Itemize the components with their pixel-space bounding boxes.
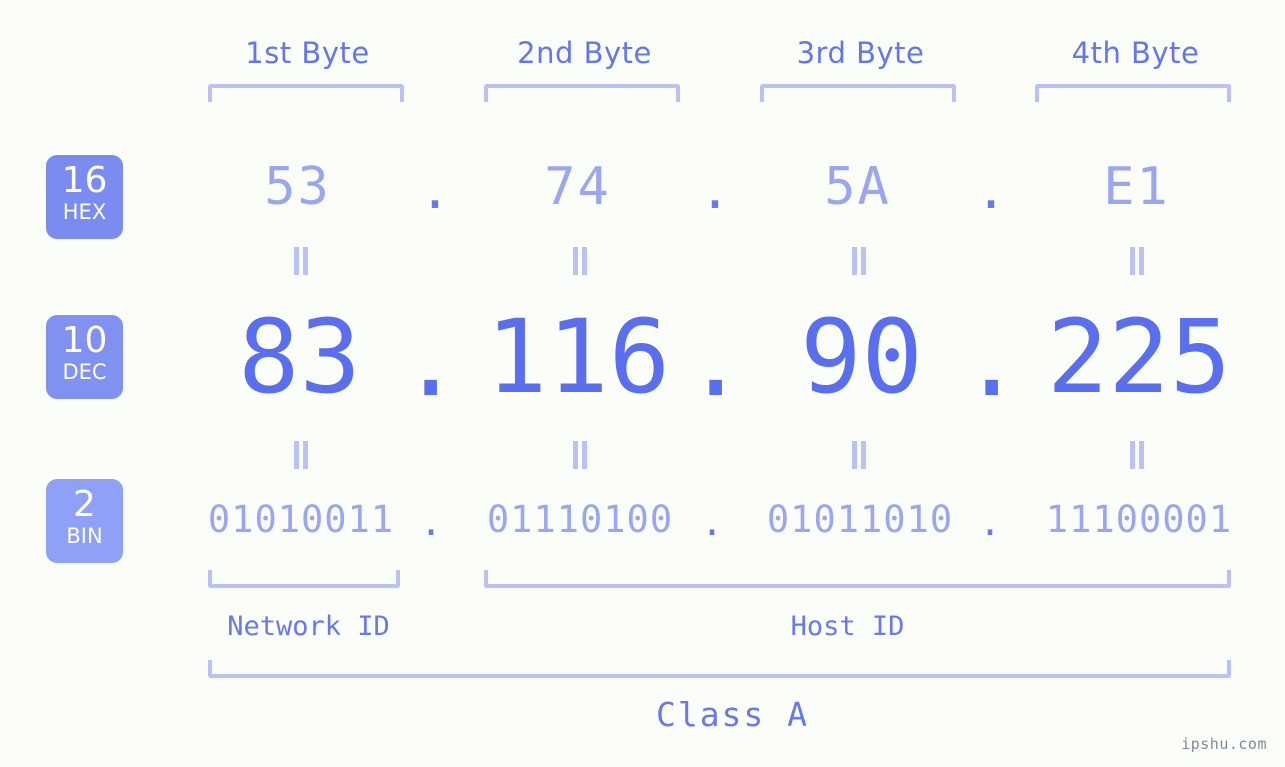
dec-separator-3: . bbox=[961, 301, 1023, 420]
byte-header-2: 2nd Byte bbox=[517, 36, 652, 70]
radix-badge-hex-unit: HEX bbox=[62, 200, 107, 224]
dec-byte-3: 90 bbox=[800, 298, 923, 417]
bin-separator-2: . bbox=[700, 501, 724, 544]
radix-badge-bin: 2 BIN bbox=[46, 479, 123, 563]
bin-byte-1: 01010011 bbox=[207, 498, 395, 541]
equals-icon-hex-dec-1 bbox=[292, 247, 310, 275]
radix-badge-dec-number: 10 bbox=[61, 320, 108, 361]
hex-separator-1: . bbox=[419, 161, 451, 221]
hex-byte-1: 53 bbox=[264, 157, 331, 217]
network-id-bracket bbox=[208, 570, 400, 588]
byte-header-1: 1st Byte bbox=[245, 36, 370, 70]
equals-icon-hex-dec-3 bbox=[850, 247, 868, 275]
bin-separator-3: . bbox=[978, 501, 1002, 544]
equals-icon-dec-bin-2 bbox=[571, 441, 589, 469]
byte-bracket-top-1 bbox=[208, 84, 404, 102]
hex-byte-3: 5A bbox=[824, 157, 891, 217]
equals-icon-hex-dec-4 bbox=[1128, 247, 1146, 275]
hex-byte-4: E1 bbox=[1103, 157, 1170, 217]
dec-separator-2: . bbox=[685, 301, 747, 420]
radix-badge-hex: 16 HEX bbox=[46, 155, 123, 239]
ip-address-breakdown-diagram: 1st Byte 2nd Byte 3rd Byte 4th Byte 16 H… bbox=[0, 0, 1285, 767]
radix-badge-hex-number: 16 bbox=[61, 160, 108, 201]
radix-badge-bin-number: 2 bbox=[73, 484, 96, 525]
bin-byte-4: 11100001 bbox=[1045, 498, 1233, 541]
host-id-bracket bbox=[484, 570, 1231, 588]
bin-byte-2: 01110100 bbox=[486, 498, 674, 541]
site-watermark: ipshu.com bbox=[1181, 735, 1267, 753]
hex-separator-2: . bbox=[699, 161, 731, 221]
byte-bracket-top-3 bbox=[760, 84, 956, 102]
equals-icon-hex-dec-2 bbox=[571, 247, 589, 275]
network-id-label: Network ID bbox=[227, 611, 390, 642]
bin-separator-1: . bbox=[419, 501, 443, 544]
equals-icon-dec-bin-3 bbox=[850, 441, 868, 469]
dec-separator-1: . bbox=[400, 301, 462, 420]
class-label: Class A bbox=[655, 695, 810, 734]
hex-byte-2: 74 bbox=[544, 157, 611, 217]
byte-header-3: 3rd Byte bbox=[796, 36, 925, 70]
radix-badge-dec: 10 DEC bbox=[46, 315, 123, 399]
bin-byte-3: 01011010 bbox=[766, 498, 954, 541]
byte-header-4: 4th Byte bbox=[1071, 36, 1200, 70]
radix-badge-bin-unit: BIN bbox=[66, 524, 103, 548]
host-id-label: Host ID bbox=[790, 611, 905, 642]
byte-bracket-top-4 bbox=[1035, 84, 1231, 102]
dec-byte-4: 225 bbox=[1046, 298, 1232, 417]
class-bracket bbox=[208, 660, 1231, 678]
byte-bracket-top-2 bbox=[484, 84, 680, 102]
equals-icon-dec-bin-1 bbox=[292, 441, 310, 469]
hex-separator-3: . bbox=[975, 161, 1007, 221]
dec-byte-1: 83 bbox=[238, 298, 361, 417]
radix-badge-dec-unit: DEC bbox=[62, 360, 107, 384]
equals-icon-dec-bin-4 bbox=[1128, 441, 1146, 469]
dec-byte-2: 116 bbox=[485, 298, 671, 417]
